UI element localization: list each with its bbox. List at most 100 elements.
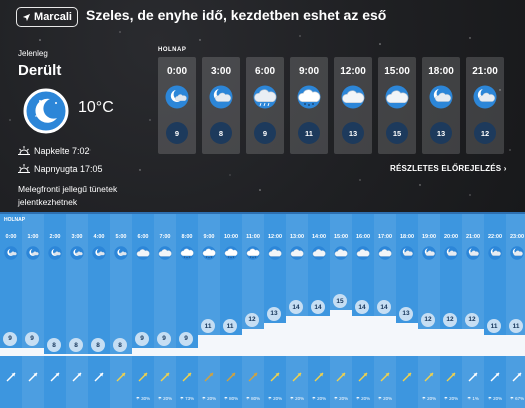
forecast-column-1500[interactable]: 15:00 15 (378, 57, 416, 154)
hour-time: 2:00 (49, 234, 61, 240)
temperature-label: 9 (3, 331, 17, 346)
hour-column-1300[interactable]: 13:00 14 ☂ 20% (286, 214, 308, 408)
rain-probability: ☂ 80% (223, 396, 239, 401)
hour-time: 16:00 (355, 234, 371, 240)
rain-probability: ☂ 20% (443, 396, 459, 401)
rain-probability: ☂ 30% (135, 396, 151, 401)
hour-time: 21:00 (465, 234, 481, 240)
hour-column-1400[interactable]: 14:00 14 ☂ 20% (308, 214, 330, 408)
forecast-headline: Szeles, de enyhe idő, kezdetben eshet az… (86, 7, 387, 23)
forecast-time: 21:00 (472, 66, 498, 77)
temperature-label: 13 (399, 306, 413, 321)
hour-column-1200[interactable]: 12:00 13 ☂ 20% (264, 214, 286, 408)
detailed-forecast-link[interactable]: RÉSZLETES ELŐREJELZÉS › (390, 164, 507, 173)
sunset-icon (18, 164, 30, 173)
forecast-column-000[interactable]: 0:00 9 (158, 57, 196, 154)
wind-direction-icon (511, 370, 523, 382)
hour-column-2300[interactable]: 23:00 11 ☂ 67% (506, 214, 525, 408)
wind-direction-icon (49, 370, 61, 382)
hour-time: 15:00 (333, 234, 349, 240)
temperature-label: 8 (69, 338, 83, 352)
wind-direction-icon (203, 370, 215, 382)
forecast-column-600[interactable]: 6:00 9 (246, 57, 284, 154)
wind-direction-icon (335, 370, 347, 382)
hour-column-1100[interactable]: 11:00 12 ☂ 80% (242, 214, 264, 408)
temperature-bar (132, 347, 154, 356)
moon-cloud-icon (487, 246, 503, 260)
hour-time: 4:00 (93, 234, 105, 240)
hour-column-900[interactable]: 9:00 11 ☂ 20% (198, 214, 220, 408)
hour-column-1500[interactable]: 15:00 15 ☂ 20% (330, 214, 352, 408)
rain-probability: ☂ 20% (267, 396, 283, 401)
temperature-bar (22, 347, 44, 356)
forecast-time: 9:00 (298, 66, 319, 77)
hour-column-300[interactable]: 3:00 8 (66, 214, 88, 408)
hour-time: 17:00 (377, 234, 393, 240)
cloud-light-rain-icon (223, 246, 239, 260)
hour-column-1700[interactable]: 17:00 14 ☂ 20% (374, 214, 396, 408)
rain-probability: ☂ 20% (311, 396, 327, 401)
forecast-column-1800[interactable]: 18:00 13 (422, 57, 460, 154)
rain-probability: ☂ 20% (157, 396, 173, 401)
moon-small-cloud-icon (25, 246, 41, 260)
temperature-label: 15 (333, 294, 347, 308)
hour-column-1600[interactable]: 16:00 14 ☂ 20% (352, 214, 374, 408)
overcast-cloud-icon (377, 246, 393, 260)
cloud-rain-icon (252, 85, 278, 109)
wind-direction-icon (71, 370, 83, 382)
temperature-label: 9 (157, 331, 171, 346)
temperature-bar (154, 347, 176, 356)
temperature-label: 14 (355, 300, 369, 315)
hour-column-1000[interactable]: 10:00 11 ☂ 80% (220, 214, 242, 408)
hour-column-100[interactable]: 1:00 9 (22, 214, 44, 408)
temperature-bar (88, 354, 110, 356)
temperature-label: 9 (135, 331, 149, 346)
hour-column-600[interactable]: 6:00 9 ☂ 30% (132, 214, 154, 408)
cloud-light-rain-icon (245, 246, 261, 260)
temperature-label: 12 (443, 312, 457, 327)
current-temperature: 10°C (78, 99, 114, 116)
hour-column-1800[interactable]: 18:00 13 (396, 214, 418, 408)
location-button[interactable]: Marcali (16, 7, 78, 27)
temperature-bar (0, 347, 22, 356)
temperature-label: 11 (509, 319, 523, 334)
hour-column-2000[interactable]: 20:00 12 ☂ 20% (440, 214, 462, 408)
hour-column-500[interactable]: 5:00 8 (110, 214, 132, 408)
wind-direction-icon (27, 370, 39, 382)
hour-column-1900[interactable]: 19:00 12 ☂ 20% (418, 214, 440, 408)
temperature-bar (506, 335, 525, 356)
temperature-bar (176, 347, 198, 356)
forecast-column-2100[interactable]: 21:00 12 (466, 57, 504, 154)
hour-column-800[interactable]: 8:00 9 ☂ 73% (176, 214, 198, 408)
temperature-bar (396, 322, 418, 356)
wind-direction-icon (489, 370, 501, 382)
rain-probability: ☂ 20% (289, 396, 305, 401)
detailed-forecast-label: RÉSZLETES ELŐREJELZÉS (390, 164, 502, 173)
temperature-label: 11 (487, 319, 501, 334)
moon-cloud-icon (428, 85, 454, 109)
hour-column-700[interactable]: 7:00 9 ☂ 20% (154, 214, 176, 408)
forecast-value-badge: 13 (342, 122, 364, 144)
temperature-label: 14 (377, 300, 391, 315)
current-label: Jelenleg (18, 49, 48, 58)
temperature-label: 8 (113, 338, 127, 352)
cloud-light-rain-icon (201, 246, 217, 260)
hour-column-2200[interactable]: 22:00 11 ☂ 20% (484, 214, 506, 408)
wind-direction-icon (401, 370, 413, 382)
moon-small-cloud-icon (69, 246, 85, 260)
forecast-column-300[interactable]: 3:00 8 (202, 57, 240, 154)
sunset-row: Napnyugta 17:05 (18, 164, 103, 174)
forecast-column-900[interactable]: 9:00 11 (290, 57, 328, 154)
forecast-column-1200[interactable]: 12:00 13 (334, 57, 372, 154)
hour-column-000[interactable]: 0:00 9 (0, 214, 22, 408)
temperature-bar (198, 335, 220, 356)
temperature-label: 8 (47, 338, 61, 352)
moon-small-cloud-icon (47, 246, 63, 260)
hour-column-400[interactable]: 4:00 8 (88, 214, 110, 408)
hour-column-200[interactable]: 2:00 8 (44, 214, 66, 408)
forecast-time: 12:00 (340, 66, 366, 77)
temperature-bar (440, 328, 462, 356)
hour-time: 22:00 (487, 234, 503, 240)
hour-time: 23:00 (509, 234, 525, 240)
hour-column-2100[interactable]: 21:00 12 ☂ 1% (462, 214, 484, 408)
